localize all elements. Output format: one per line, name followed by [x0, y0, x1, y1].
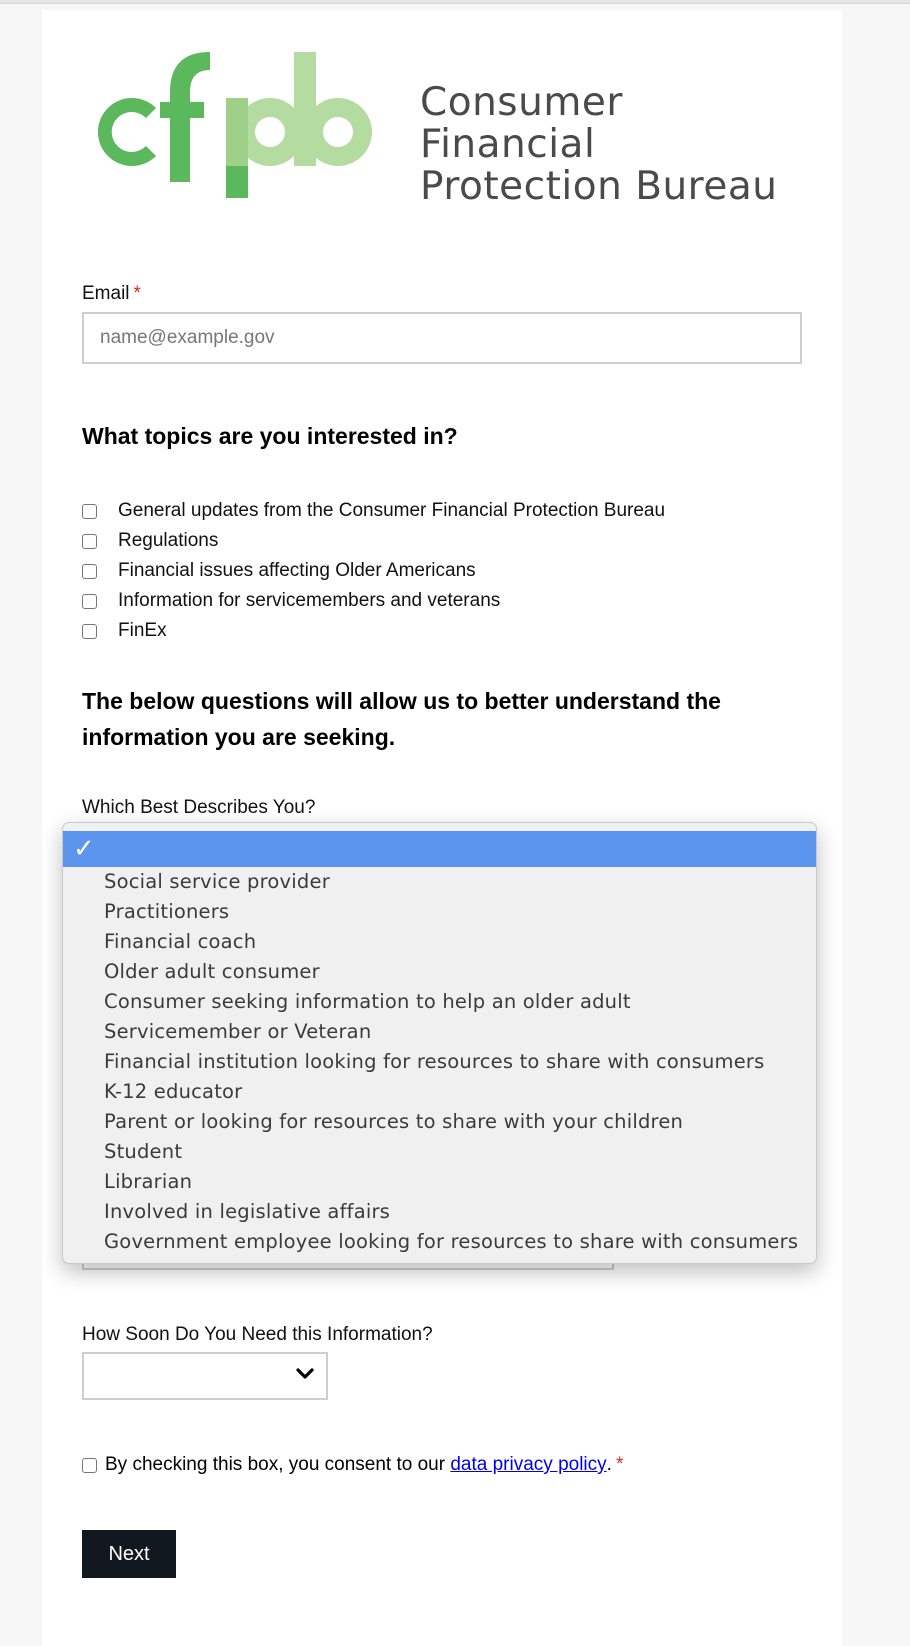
wordmark-line-1: Consumer Financial [420, 80, 623, 167]
topic-option[interactable]: General updates from the Consumer Financ… [82, 496, 802, 526]
checkbox[interactable] [82, 533, 97, 549]
topic-label: Regulations [118, 530, 219, 551]
consent-text: By checking this box, you consent to our [105, 1454, 451, 1475]
top-border [0, 0, 910, 4]
dropdown-option[interactable]: Student [104, 1137, 814, 1167]
wordmark-line-2: Protection Bureau [420, 164, 778, 209]
topic-option[interactable]: Financial issues affecting Older America… [82, 556, 802, 586]
dropdown-option[interactable]: Social service provider [104, 867, 814, 897]
checkbox[interactable] [82, 503, 97, 519]
dropdown-option-blank-selected[interactable]: ✓ [63, 831, 816, 867]
checkbox[interactable] [82, 593, 97, 609]
dropdown-option[interactable]: Consumer seeking information to help an … [104, 987, 814, 1017]
dropdown-options: Social service provider Practitioners Fi… [104, 867, 814, 1257]
cfpb-wordmark: Consumer Financial Protection Bureau [420, 82, 788, 208]
dropdown-option[interactable]: Practitioners [104, 897, 814, 927]
how-soon-select[interactable] [82, 1352, 328, 1400]
consent-row: By checking this box, you consent to our… [82, 1454, 623, 1476]
dropdown-option[interactable]: Servicemember or Veteran [104, 1017, 814, 1047]
chevron-down-icon [296, 1368, 314, 1379]
topic-option[interactable]: Regulations [82, 526, 802, 556]
consent-checkbox[interactable] [82, 1457, 97, 1473]
checkbox[interactable] [82, 623, 97, 639]
required-marker: * [615, 1454, 624, 1475]
dropdown-option[interactable]: K-12 educator [104, 1077, 814, 1107]
cfpb-logo: Consumer Financial Protection Bureau [98, 50, 788, 208]
email-label-text: Email [82, 283, 130, 304]
cfpb-logo-mark [98, 52, 372, 198]
checkmark-icon: ✓ [73, 834, 95, 864]
topics-heading: What topics are you interested in? [82, 423, 458, 449]
topics-checkbox-list: General updates from the Consumer Financ… [82, 496, 802, 646]
topic-option[interactable]: Information for servicemembers and veter… [82, 586, 802, 616]
email-field[interactable] [82, 312, 802, 364]
dropdown-option[interactable]: Financial coach [104, 927, 814, 957]
topic-label: General updates from the Consumer Financ… [118, 500, 666, 521]
dropdown-option[interactable]: Parent or looking for resources to share… [104, 1107, 814, 1137]
dropdown-option[interactable]: Financial institution looking for resour… [104, 1047, 814, 1077]
email-label: Email * [82, 283, 141, 305]
topic-label: FinEx [118, 620, 167, 641]
consent-suffix: . [606, 1454, 612, 1475]
next-button[interactable]: Next [82, 1530, 176, 1578]
required-marker: * [133, 283, 141, 304]
topic-option[interactable]: FinEx [82, 616, 802, 646]
dropdown-option[interactable]: Older adult consumer [104, 957, 814, 987]
privacy-policy-link[interactable]: data privacy policy [450, 1454, 606, 1476]
topic-label: Information for servicemembers and veter… [118, 590, 501, 611]
how-soon-label: How Soon Do You Need this Information? [82, 1324, 433, 1345]
topic-label: Financial issues affecting Older America… [118, 560, 476, 581]
describes-label: Which Best Describes You? [82, 797, 316, 818]
dropdown-option[interactable]: Librarian [104, 1167, 814, 1197]
dropdown-option[interactable]: Involved in legislative affairs [104, 1197, 814, 1227]
dropdown-option[interactable]: Government employee looking for resource… [104, 1227, 814, 1257]
questions-heading: The below questions will allow us to bet… [82, 688, 721, 750]
checkbox[interactable] [82, 563, 97, 579]
describes-dropdown-list: ✓ Social service provider Practitioners … [62, 822, 817, 1264]
